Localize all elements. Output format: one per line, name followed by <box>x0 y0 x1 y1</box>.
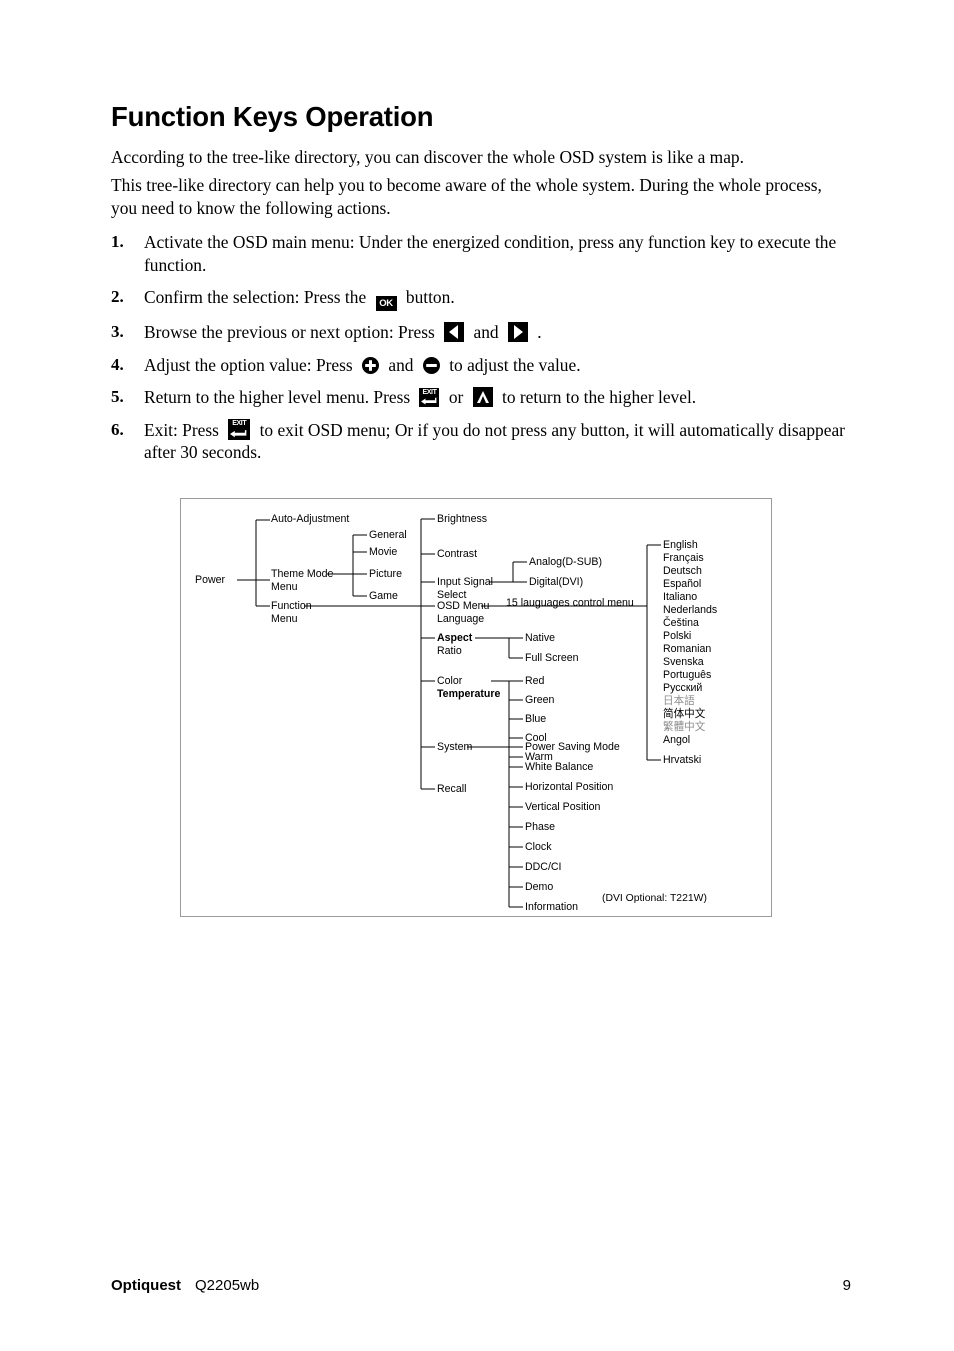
language-item-english: English <box>663 539 698 551</box>
node-general: General <box>369 529 407 541</box>
node-power-saving-mode: Power Saving Mode <box>525 741 620 753</box>
exit-icon: EXIT <box>228 418 251 440</box>
language-item-traditional-chinese: 繁體中文 <box>663 721 706 733</box>
step-number-5: 5. <box>111 387 124 406</box>
diagram-footnote: (DVI Optional: T221W) <box>602 893 707 904</box>
caret-up-icon <box>472 387 493 407</box>
language-item-hrvatski: Hrvatski <box>663 754 702 766</box>
node-information: Information <box>525 901 578 913</box>
language-item-svenska: Svenska <box>663 656 704 668</box>
language-item-japanese: 日本語 <box>663 695 695 707</box>
language-item-angol: Angol <box>663 734 691 746</box>
node-blue: Blue <box>525 713 547 725</box>
step-text-3a: Browse the previous or next option: Pres… <box>144 322 440 342</box>
node-color-temperature-line2: Temperature <box>437 688 501 700</box>
language-item-russian: Русский <box>663 682 703 694</box>
intro-paragraph-1: According to the tree-like directory, yo… <box>111 147 744 167</box>
node-game: Game <box>369 590 398 602</box>
node-movie: Movie <box>369 546 398 558</box>
step-text-4b: and <box>384 354 418 375</box>
node-brightness: Brightness <box>437 513 488 525</box>
node-contrast: Contrast <box>437 548 478 560</box>
language-item-francais: Français <box>663 552 704 564</box>
intro-paragraph-2: This tree-like directory can help you to… <box>111 174 822 219</box>
plus-icon <box>362 356 380 374</box>
node-theme-mode-menu: Theme Mode Menu <box>271 568 334 593</box>
step-number-3: 3. <box>111 322 124 341</box>
node-aspect-ratio-line1: Aspect <box>437 632 473 644</box>
language-item-italiano: Italiano <box>663 591 698 603</box>
step-text-4c: to adjust the value. <box>444 354 581 375</box>
step-item-1: 1. Activate the OSD main menu: Under the… <box>111 231 853 276</box>
node-aspect-ratio-line2: Ratio <box>437 645 462 657</box>
document-page: Function Keys Operation According to the… <box>0 0 954 1351</box>
step-item-3: 3. Browse the previous or next option: P… <box>111 321 853 344</box>
node-full-screen: Full Screen <box>525 652 579 664</box>
page-title: Function Keys Operation <box>111 101 434 132</box>
step-text-5a: Return to the higher level menu. Press <box>144 387 415 407</box>
osd-tree-diagram: Power Auto-Adjustment Theme Mode Menu Fu… <box>180 498 772 917</box>
node-auto-adjustment: Auto-Adjustment <box>271 513 350 525</box>
step-text-6a: Exit: Press <box>144 419 224 440</box>
step-text-2b: button. <box>401 287 455 307</box>
node-white-balance: White Balance <box>525 761 594 773</box>
intro-paragraphs: According to the tree-like directory, yo… <box>111 146 851 225</box>
node-green: Green <box>525 694 555 706</box>
node-input-signal-select: Input Signal Select <box>437 576 493 601</box>
language-item-cestina: Čeština <box>663 617 699 629</box>
node-red: Red <box>525 675 545 687</box>
exit-icon: EXIT <box>419 388 440 407</box>
node-picture: Picture <box>369 568 402 580</box>
node-native: Native <box>525 632 556 644</box>
step-item-5: 5. Return to the higher level menu. Pres… <box>111 386 853 409</box>
language-item-portugues: Português <box>663 669 712 681</box>
step-text-4a: Adjust the option value: Press <box>144 354 358 375</box>
language-item-romanian: Romanian <box>663 643 712 655</box>
exit-icon-label: EXIT <box>422 389 437 396</box>
page-footer: Optiquest Q2205wb 9 <box>111 1277 851 1294</box>
chevron-left-icon <box>444 322 465 342</box>
node-osd-menu-language: OSD Menu Language <box>437 600 490 625</box>
node-horizontal-position: Horizontal Position <box>525 781 614 793</box>
languages-control-note: 15 lauguages control menu <box>506 597 634 609</box>
node-vertical-position: Vertical Position <box>525 801 601 813</box>
language-item-nederlands: Nederlands <box>663 604 718 616</box>
step-item-4: 4. Adjust the option value: Press and to… <box>111 354 853 377</box>
step-number-6: 6. <box>111 419 124 439</box>
node-phase: Phase <box>525 821 556 833</box>
footer-page-number: 9 <box>842 1277 851 1294</box>
step-text-3b: and <box>469 322 503 342</box>
node-system: System <box>437 741 473 753</box>
node-demo: Demo <box>525 881 554 893</box>
step-text-1: Activate the OSD main menu: Under the en… <box>144 232 837 275</box>
minus-icon <box>422 356 440 374</box>
step-number-2: 2. <box>111 287 124 306</box>
step-number-4: 4. <box>111 354 124 374</box>
node-function-menu: Function Menu <box>271 600 312 625</box>
step-text-2a: Confirm the selection: Press the <box>144 287 371 307</box>
node-ddc-ci: DDC/CI <box>525 861 562 873</box>
footer-brand: Optiquest <box>111 1277 181 1294</box>
language-item-polski: Polski <box>663 630 692 642</box>
language-item-simplified-chinese: 简体中文 <box>663 708 706 720</box>
step-text-5b: or <box>444 387 468 407</box>
step-item-2: 2. Confirm the selection: Press the OK b… <box>111 286 853 311</box>
exit-icon-label: EXIT <box>232 419 247 427</box>
footer-model: Q2205wb <box>195 1277 260 1294</box>
node-digital-dvi: Digital(DVI) <box>529 576 584 588</box>
language-item-deutsch: Deutsch <box>663 565 702 577</box>
steps-list: 1. Activate the OSD main menu: Under the… <box>111 231 853 474</box>
step-text-3c: . <box>532 322 542 342</box>
step-number-1: 1. <box>111 232 124 251</box>
chevron-right-icon <box>507 322 528 342</box>
language-item-espanol: Español <box>663 578 702 590</box>
step-item-6: 6. Exit: Press EXIT to exit OSD menu; Or… <box>111 418 853 464</box>
node-color-temperature-line1: Color <box>437 675 463 687</box>
node-analog-dsub: Analog(D-SUB) <box>529 556 603 568</box>
node-clock: Clock <box>525 841 552 853</box>
ok-button-icon: OK <box>375 296 397 311</box>
node-recall: Recall <box>437 783 467 795</box>
step-text-5c: to return to the higher level. <box>497 387 697 407</box>
node-power: Power <box>195 574 226 586</box>
